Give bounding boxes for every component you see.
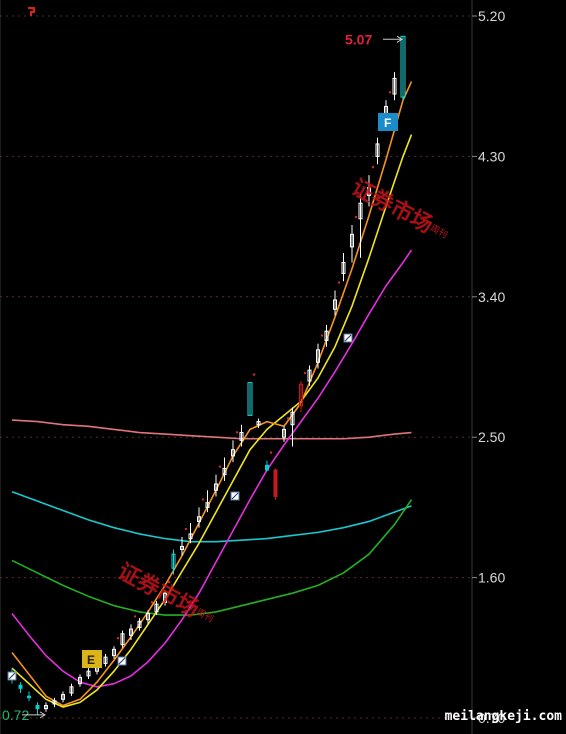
signal-dot xyxy=(218,465,222,468)
signal-dot xyxy=(269,451,273,454)
signal-dot xyxy=(252,373,256,376)
signal-dot xyxy=(354,215,358,219)
candle-body xyxy=(265,464,269,471)
signal-icon xyxy=(7,671,17,681)
y-tick-label: 1.60 xyxy=(478,570,505,586)
candle-body xyxy=(27,695,31,699)
signal-dot xyxy=(320,334,324,337)
candle-body xyxy=(273,469,278,497)
marker-f: F xyxy=(378,113,398,131)
signal-dot xyxy=(371,165,375,169)
marker-e-label: E xyxy=(87,653,95,667)
signal-icon xyxy=(117,656,127,666)
candle xyxy=(273,468,278,500)
y-tick-label: 4.30 xyxy=(478,148,505,164)
signal-dot xyxy=(133,615,137,618)
signal-dot xyxy=(116,637,120,640)
y-tick-label: 2.50 xyxy=(478,429,505,445)
y-tick-label: 5.20 xyxy=(478,8,505,24)
candlestick-chart[interactable]: 5.204.303.402.501.600.70 5.070.72EF 证券市场… xyxy=(0,0,566,734)
signal-icon xyxy=(343,333,353,343)
chart-screen: 5.20 4.30 3.40 2.50 1.60 0.70 5.07 0.72 E F 证券市场… xyxy=(0,0,566,734)
signal-dot xyxy=(388,91,392,94)
signal-dot xyxy=(303,371,307,375)
candle-body xyxy=(35,705,40,710)
marker-f-label: F xyxy=(384,116,391,130)
signal-dot xyxy=(184,527,188,531)
signal-dot xyxy=(286,417,290,420)
signal-dot xyxy=(337,281,341,284)
candle-body xyxy=(18,684,23,689)
site-watermark: meilangkeji.com xyxy=(444,709,562,724)
marker-e: E xyxy=(82,650,102,668)
y-tick-label: 3.40 xyxy=(478,289,505,305)
signal-dot xyxy=(201,498,205,501)
signal-icon xyxy=(230,491,240,501)
signal-dot xyxy=(235,431,239,434)
high-price-label: 5.07 xyxy=(345,31,372,47)
